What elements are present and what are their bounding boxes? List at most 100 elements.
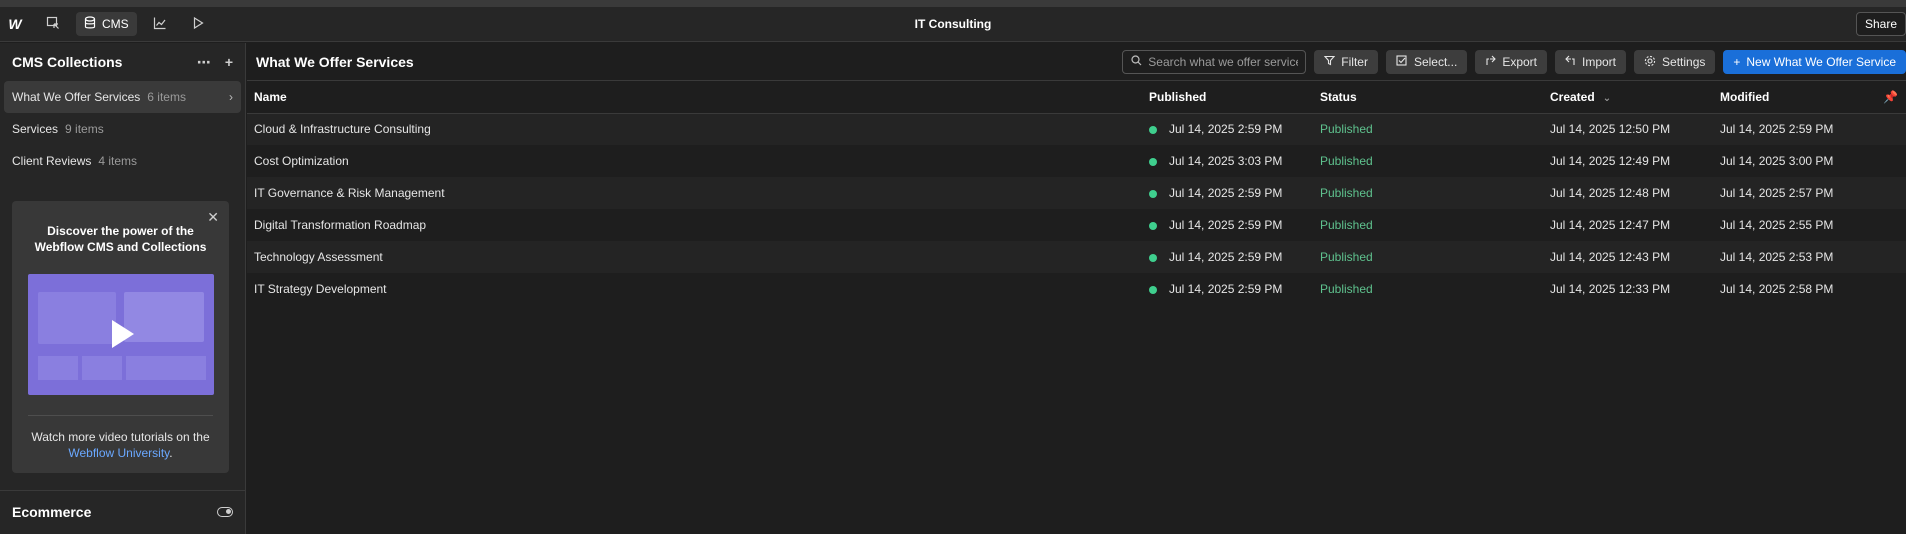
import-label: Import xyxy=(1582,55,1617,69)
designer-button[interactable] xyxy=(38,12,68,36)
items-table: Name Published Status Created ⌄ Modified 📌… xyxy=(247,81,1906,305)
sidebar-item-what-we-offer-services[interactable]: What We Offer Services 6 items › xyxy=(4,81,241,113)
pin-icon[interactable]: 📌 xyxy=(1883,90,1898,104)
cell-name: Digital Transformation Roadmap xyxy=(254,218,427,232)
toggle-icon[interactable] xyxy=(217,507,233,517)
table-row[interactable]: Cost Optimization Jul 14, 2025 3:03 PM P… xyxy=(247,145,1906,177)
cell-status: Published xyxy=(1313,241,1543,273)
import-button[interactable]: Import xyxy=(1555,50,1627,74)
video-thumbnail[interactable] xyxy=(28,274,214,395)
play-icon xyxy=(191,16,205,33)
cell-status: Published xyxy=(1313,177,1543,209)
table-row[interactable]: IT Governance & Risk Management Jul 14, … xyxy=(247,177,1906,209)
cell-published: Jul 14, 2025 2:59 PM xyxy=(1142,113,1313,145)
sidebar-item-count: 4 items xyxy=(98,154,138,168)
sidebar-item-count: 6 items xyxy=(147,90,186,104)
search-input[interactable] xyxy=(1148,55,1299,69)
thumbnail-panel xyxy=(124,292,204,342)
thumbnail-panel xyxy=(166,356,206,380)
cell-modified: Jul 14, 2025 2:55 PM xyxy=(1720,218,1834,232)
webflow-university-link[interactable]: Webflow University xyxy=(68,446,169,460)
collection-title: What We Offer Services xyxy=(256,53,414,70)
status-dot xyxy=(1149,157,1157,166)
sidebar-item-services[interactable]: Services 9 items xyxy=(4,113,241,145)
cell-created: Jul 14, 2025 12:48 PM xyxy=(1543,177,1713,209)
collection-panel: What We Offer Services Filter xyxy=(247,43,1906,534)
published-date: Jul 14, 2025 3:03 PM xyxy=(1169,154,1283,168)
search-box[interactable] xyxy=(1122,50,1307,74)
filter-button[interactable]: Filter xyxy=(1314,50,1378,74)
analyze-button[interactable] xyxy=(145,12,175,36)
column-header-created[interactable]: Created ⌄ xyxy=(1543,81,1713,114)
cell-name: IT Strategy Development xyxy=(254,282,387,296)
app-window: W CMS IT Consulting Share CMS Collection… xyxy=(0,0,1906,534)
add-collection-icon[interactable]: + xyxy=(225,54,233,71)
ecommerce-label: Ecommerce xyxy=(12,504,92,520)
webflow-logo[interactable]: W xyxy=(0,7,30,42)
column-header-status[interactable]: Status xyxy=(1313,81,1543,114)
published-date: Jul 14, 2025 2:59 PM xyxy=(1169,218,1283,232)
cell-modified: Jul 14, 2025 3:00 PM xyxy=(1720,154,1834,168)
cell-published: Jul 14, 2025 3:03 PM xyxy=(1142,145,1313,177)
cell-created: Jul 14, 2025 12:49 PM xyxy=(1550,154,1671,168)
cell-created: Jul 14, 2025 12:33 PM xyxy=(1550,282,1671,296)
select-button[interactable]: Select... xyxy=(1385,50,1468,74)
cms-promo-card: ✕ Discover the power of the Webflow CMS … xyxy=(12,201,229,473)
cell-created: Jul 14, 2025 12:43 PM xyxy=(1543,241,1713,273)
collection-toolbar: Filter Select... Export xyxy=(1122,50,1906,74)
play-icon[interactable] xyxy=(112,320,134,348)
chevron-right-icon: › xyxy=(229,90,233,104)
checkbox-icon xyxy=(1396,55,1408,69)
cell-name: Technology Assessment xyxy=(247,241,1142,273)
table-row[interactable]: Technology Assessment Jul 14, 2025 2:59 … xyxy=(247,241,1906,273)
column-header-label: Created xyxy=(1550,89,1595,104)
thumbnail-panel xyxy=(82,356,122,380)
ecommerce-section[interactable]: Ecommerce xyxy=(12,500,233,524)
column-header-label: Published xyxy=(1149,89,1207,104)
cell-name: IT Governance & Risk Management xyxy=(247,177,1142,209)
promo-text: Watch more video tutorials on the Webflo… xyxy=(22,429,219,461)
filter-label: Filter xyxy=(1341,55,1368,69)
thumbnail-panel xyxy=(38,356,78,380)
top-strip xyxy=(0,0,1906,7)
database-icon xyxy=(84,15,96,33)
published-date: Jul 14, 2025 2:59 PM xyxy=(1169,186,1283,200)
new-item-button[interactable]: + New What We Offer Service xyxy=(1723,50,1906,74)
cell-modified: Jul 14, 2025 2:59 PM xyxy=(1713,113,1906,145)
cell-created: Jul 14, 2025 12:50 PM xyxy=(1543,113,1713,145)
cell-published: Jul 14, 2025 2:59 PM xyxy=(1142,241,1313,273)
status-dot xyxy=(1149,189,1157,198)
table-row[interactable]: IT Strategy Development Jul 14, 2025 2:5… xyxy=(247,273,1906,305)
search-icon xyxy=(1131,55,1142,69)
column-header-name[interactable]: Name xyxy=(247,81,1142,114)
cms-button[interactable]: CMS xyxy=(76,12,137,36)
settings-button[interactable]: Settings xyxy=(1634,50,1716,74)
table-row[interactable]: Digital Transformation Roadmap Jul 14, 2… xyxy=(247,209,1906,241)
published-date: Jul 14, 2025 2:59 PM xyxy=(1169,250,1283,264)
new-item-label: New What We Offer Service xyxy=(1746,55,1896,69)
column-header-published[interactable]: Published xyxy=(1142,81,1313,114)
cell-modified: Jul 14, 2025 2:58 PM xyxy=(1720,282,1834,296)
share-button[interactable]: Share xyxy=(1855,12,1906,36)
cell-status: Published xyxy=(1320,218,1373,232)
collection-header: What We Offer Services Filter xyxy=(247,43,1906,81)
sidebar-item-label: Services xyxy=(12,122,59,136)
filter-icon xyxy=(1324,55,1336,69)
column-header-modified[interactable]: Modified 📌 xyxy=(1713,81,1906,114)
table-row[interactable]: Cloud & Infrastructure Consulting Jul 14… xyxy=(247,113,1906,145)
export-button[interactable]: Export xyxy=(1475,50,1547,74)
export-label: Export xyxy=(1502,55,1537,69)
published-date: Jul 14, 2025 2:59 PM xyxy=(1169,122,1283,137)
sidebar-item-client-reviews[interactable]: Client Reviews 4 items xyxy=(4,145,241,177)
preview-button[interactable] xyxy=(183,12,213,36)
promo-text-suffix: . xyxy=(169,446,173,460)
column-header-label: Name xyxy=(254,89,287,104)
status-dot xyxy=(1149,126,1157,135)
cell-published: Jul 14, 2025 2:59 PM xyxy=(1142,273,1313,305)
settings-label: Settings xyxy=(1662,55,1706,69)
cell-status: Published xyxy=(1320,154,1373,168)
more-options-icon[interactable]: ⋯ xyxy=(197,54,211,71)
divider xyxy=(28,415,213,416)
cell-modified: Jul 14, 2025 2:57 PM xyxy=(1713,177,1906,209)
cell-status: Published xyxy=(1313,113,1543,145)
